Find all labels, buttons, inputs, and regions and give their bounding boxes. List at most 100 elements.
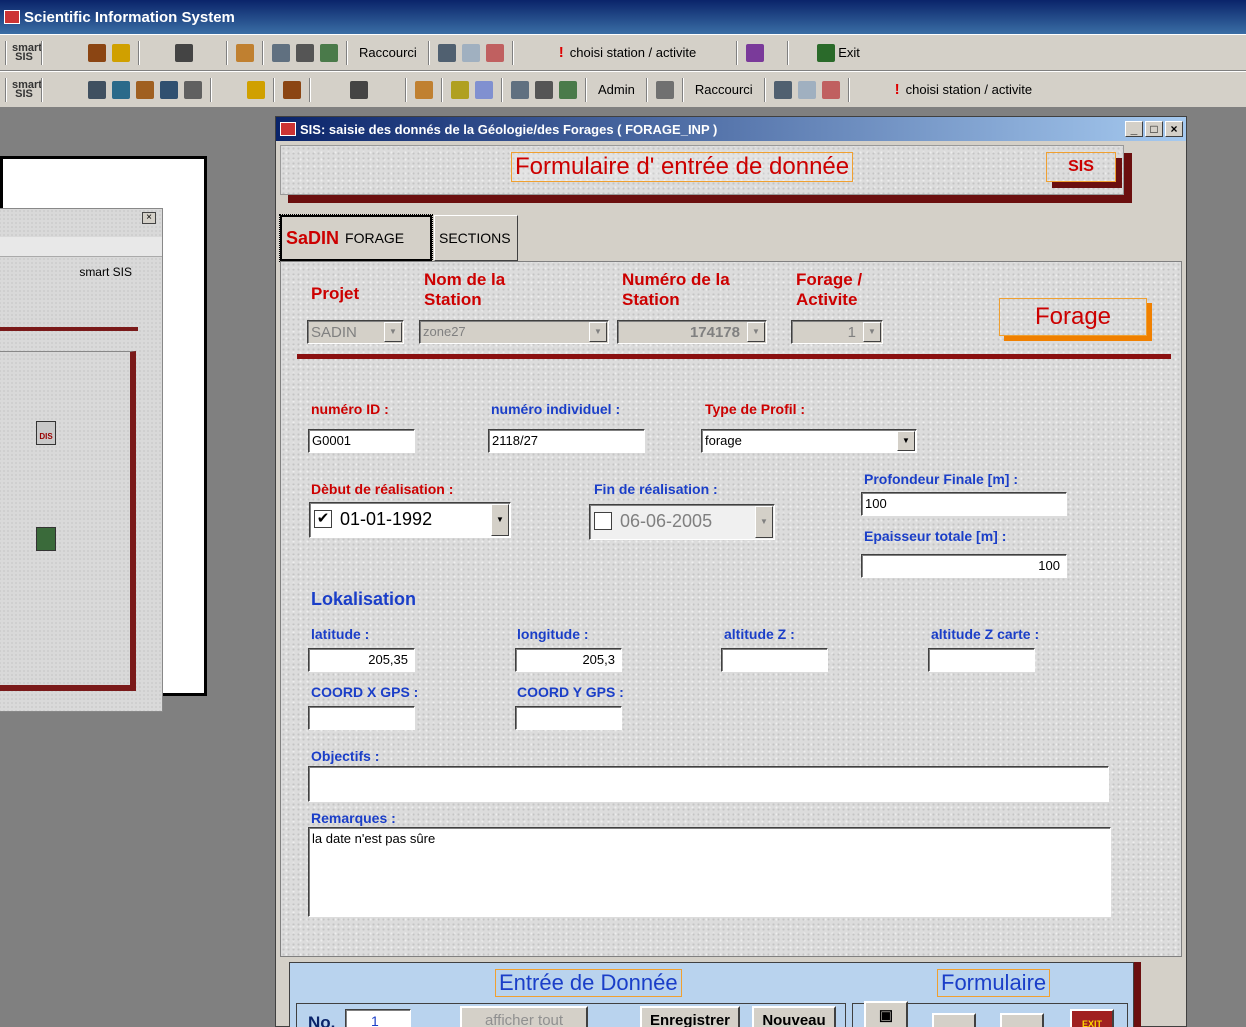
chart-icon[interactable]	[475, 80, 493, 99]
coord-y-input[interactable]	[515, 706, 622, 730]
profondeur-input[interactable]: 100	[861, 492, 1067, 516]
gui-icon[interactable]	[136, 80, 154, 99]
longitude-input[interactable]: 205,3	[515, 648, 622, 672]
sis-badge: SIS	[1046, 152, 1116, 182]
chevron-down-icon[interactable]: ▼	[384, 322, 402, 342]
epaisseur-input[interactable]: 100	[861, 554, 1067, 578]
navigation-panel: Entrée de Donnée Formulaire No. 1 affich…	[289, 962, 1134, 1027]
smart-sis-logo-icon[interactable]: smart SIS	[12, 42, 42, 62]
sl-icon-2[interactable]	[559, 80, 577, 99]
tools-icon[interactable]	[184, 80, 202, 99]
nouveau-button[interactable]: Nouveau	[752, 1006, 836, 1027]
print-icon[interactable]	[296, 43, 314, 62]
background-window[interactable]: × smart SIS DIS	[0, 156, 207, 712]
remove-filter-icon[interactable]	[485, 43, 504, 62]
smart-sis-logo-icon-2[interactable]: smart SIS	[12, 79, 42, 99]
enregistrer-button[interactable]: Enregistrer	[640, 1006, 740, 1027]
latitude-input[interactable]: 205,35	[308, 648, 415, 672]
remove-filter-icon-2[interactable]	[821, 80, 840, 99]
type-profil-select[interactable]: forage ▼	[701, 429, 917, 453]
dis-icon[interactable]: DIS	[36, 421, 56, 445]
copy-icon[interactable]: ▣	[864, 1001, 908, 1027]
fin-label: Fin de réalisation :	[594, 481, 718, 497]
form-icon[interactable]	[88, 43, 106, 62]
numero-individuel-input[interactable]: 2118/27	[488, 429, 645, 453]
header-title: Formulaire d' entrée de donnée	[511, 152, 854, 182]
toolbar-top: smart SIS Raccourci ! choisi station / ac…	[0, 34, 1246, 71]
chevron-down-icon[interactable]: ▼	[755, 506, 773, 538]
next-icon[interactable]	[1000, 1013, 1044, 1027]
chevron-down-icon[interactable]: ▼	[897, 431, 915, 451]
exit-door-icon-bg[interactable]	[36, 527, 56, 551]
globe-icon[interactable]	[112, 80, 130, 99]
forage-activite-select[interactable]: 1 ▼	[791, 320, 883, 344]
toolbar-bottom: smart SIS Admin Raccourci ! choisi statio…	[0, 71, 1246, 108]
close-window-icon[interactable]: ×	[1165, 121, 1183, 137]
forage-form-window: SIS: saisie des donnés de la Géologie/de…	[275, 116, 1187, 1027]
numero-station-select[interactable]: 174178 ▼	[617, 320, 767, 344]
background-panel	[0, 351, 136, 691]
admin-menu[interactable]: Admin	[592, 77, 641, 103]
tab-sections[interactable]: SECTIONS	[434, 215, 518, 261]
chevron-down-icon[interactable]: ▼	[491, 504, 509, 536]
remarques-textarea[interactable]: la date n'est pas sûre	[308, 827, 1111, 917]
coord-y-label: COORD Y GPS :	[517, 684, 624, 700]
formulaire-title: Formulaire	[937, 969, 1051, 997]
fin-date-picker[interactable]: 06-06-2005 ▼	[589, 504, 775, 540]
app-titlebar: Scientific Information System	[0, 0, 1246, 34]
import-icon[interactable]	[236, 43, 254, 62]
camera-icon-2[interactable]	[350, 80, 368, 99]
choose-station-button[interactable]: ! choisi station / activite	[553, 40, 702, 66]
numero-id-input[interactable]: G0001	[308, 429, 415, 453]
chevron-down-icon[interactable]: ▼	[747, 322, 765, 342]
world-icon[interactable]	[160, 80, 178, 99]
coord-x-input[interactable]	[308, 706, 415, 730]
minimize-icon[interactable]: _	[1125, 121, 1143, 137]
objectifs-input[interactable]	[308, 766, 1109, 802]
report-icon-2[interactable]	[511, 80, 529, 99]
book-icon[interactable]	[746, 43, 765, 62]
window-controls: _ □ ×	[1125, 121, 1183, 137]
debut-date-picker[interactable]: ✔ 01-01-1992 ▼	[309, 502, 511, 538]
close-icon[interactable]: ×	[142, 212, 156, 224]
altitude-z-carte-input[interactable]	[928, 648, 1035, 672]
raccourci-menu[interactable]: Raccourci	[353, 40, 423, 66]
app-icon	[4, 10, 20, 24]
altitude-z-input[interactable]	[721, 648, 828, 672]
tab-forage-label: FORAGE	[345, 230, 405, 246]
nom-station-select[interactable]: zone27 ▼	[419, 320, 609, 344]
exit-icon[interactable]: EXIT	[1070, 1009, 1114, 1027]
maximize-icon[interactable]: □	[1145, 121, 1163, 137]
tab-forage[interactable]: SaDIN FORAGE	[279, 214, 433, 262]
chevron-down-icon[interactable]: ▼	[863, 322, 881, 342]
sl-icon[interactable]	[320, 43, 338, 62]
projet-select[interactable]: SADIN ▼	[307, 320, 404, 344]
afficher-tout-button[interactable]: afficher tout	[460, 1006, 588, 1027]
report-icon[interactable]	[272, 43, 290, 62]
previous-icon[interactable]	[932, 1013, 976, 1027]
exit-door-icon	[817, 43, 836, 62]
list-icon[interactable]	[451, 80, 469, 99]
coord-x-label: COORD X GPS :	[311, 684, 419, 700]
print-icon-2[interactable]	[535, 80, 553, 99]
record-number-input[interactable]: 1	[345, 1009, 411, 1027]
form-icon-2[interactable]	[283, 80, 301, 99]
hand-icon[interactable]	[112, 43, 130, 62]
debut-checkbox[interactable]: ✔	[314, 510, 332, 528]
camera-icon[interactable]	[175, 43, 193, 62]
numero-id-label: numéro ID :	[311, 401, 389, 417]
exit-button[interactable]: Exit	[808, 40, 866, 66]
raccourci-menu-2[interactable]: Raccourci	[689, 77, 759, 103]
fin-checkbox[interactable]	[594, 512, 612, 530]
hand-icon-2[interactable]	[247, 80, 265, 99]
choose-station-button-2[interactable]: ! choisi station / activite	[889, 77, 1038, 103]
filter-icon[interactable]	[461, 43, 480, 62]
numero-station-label: Numéro de la Station	[622, 270, 730, 309]
filter-form-icon-2[interactable]	[773, 80, 792, 99]
filter-form-icon[interactable]	[437, 43, 456, 62]
import-icon-2[interactable]	[415, 80, 433, 99]
filter-icon-2[interactable]	[797, 80, 816, 99]
user-icon[interactable]	[655, 80, 674, 99]
chevron-down-icon[interactable]: ▼	[589, 322, 607, 342]
network-icon[interactable]	[88, 80, 106, 99]
